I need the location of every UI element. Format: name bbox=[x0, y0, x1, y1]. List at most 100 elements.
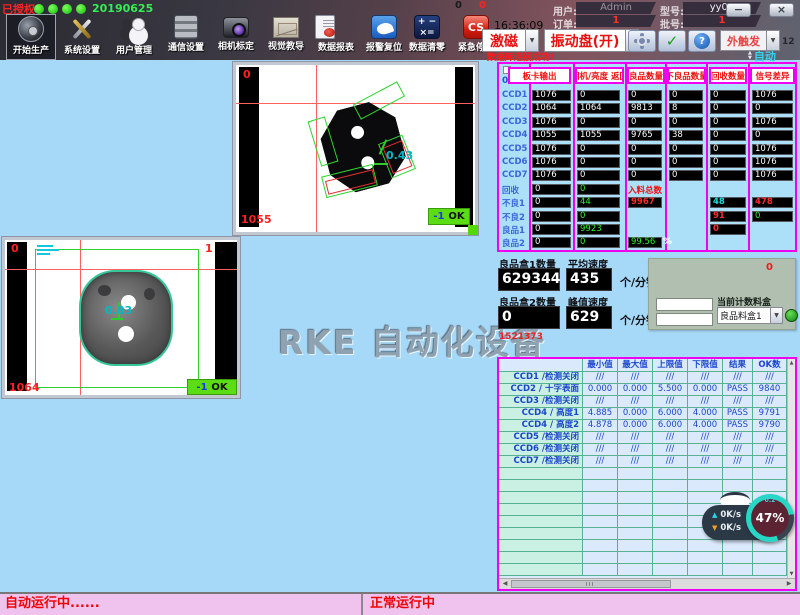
spinner-arrows[interactable]: ▲ ▼ bbox=[748, 51, 752, 61]
chevron-down-icon[interactable]: ▼ bbox=[771, 307, 783, 324]
results-cell: /// bbox=[618, 432, 653, 444]
tray-select-value[interactable]: 良品料盒1 bbox=[717, 307, 771, 324]
results-cell: PASS bbox=[723, 420, 753, 432]
stats-value-camera: 0 bbox=[577, 237, 620, 248]
minimize-button[interactable]: − bbox=[726, 3, 751, 17]
camera-index: 0 bbox=[11, 242, 19, 255]
overlay-ticks bbox=[37, 249, 59, 251]
confirm-button[interactable]: ✓ bbox=[658, 30, 686, 52]
stats-value-camera: 0 bbox=[577, 90, 620, 101]
toolbar-button-vision-teach[interactable]: 视觉教导 bbox=[261, 14, 311, 60]
results-cell: /// bbox=[583, 372, 618, 384]
results-row bbox=[499, 480, 787, 492]
scrollbar-thumb[interactable] bbox=[511, 580, 671, 588]
stats-value-good: 0 bbox=[628, 157, 662, 168]
toolbar-button-label: 系统设置 bbox=[57, 43, 107, 56]
vertical-scrollbar[interactable]: ▲ ▼ bbox=[787, 359, 795, 578]
stats-value-signal: 1076 bbox=[752, 144, 793, 155]
vibration-plate-value[interactable]: 振动盘(开) bbox=[544, 29, 626, 52]
toolbar-button-data-report[interactable]: 数据报表 bbox=[311, 14, 361, 60]
stats-value-recycle: 0 bbox=[710, 103, 746, 114]
tray-select-dropdown[interactable]: 良品料盒1 ▼ bbox=[717, 307, 783, 324]
stats-value-bad: 0 bbox=[669, 170, 703, 181]
toolbar-button-communication[interactable]: 通信设置 bbox=[161, 14, 211, 60]
results-cell: 4.000 bbox=[688, 420, 723, 432]
demagnetize-value[interactable]: 激磁 bbox=[482, 29, 526, 52]
stats-value-signal: 1076 bbox=[752, 170, 793, 181]
results-cell: /// bbox=[753, 432, 787, 444]
results-row: CCD2 / 十字表面0.0000.0005.5000.000PASS9840 bbox=[499, 384, 787, 396]
production-icon bbox=[18, 16, 44, 42]
scroll-up-icon[interactable]: ▲ bbox=[788, 360, 795, 366]
results-cell bbox=[753, 552, 787, 564]
horizontal-scrollbar[interactable]: ◀ ▶ bbox=[499, 578, 795, 589]
results-name-cell bbox=[499, 359, 583, 372]
stats-value-camera: 0 bbox=[577, 184, 620, 195]
net-speed-widget[interactable]: ▲ 0K/s ▼ 0K/s 47% 0.2 bbox=[702, 492, 794, 544]
toolbar-button-production[interactable]: 开始生产 bbox=[6, 14, 56, 60]
tray-input-1[interactable] bbox=[656, 298, 713, 311]
stats-value-board: 1055 bbox=[532, 130, 571, 141]
results-cell: /// bbox=[723, 444, 753, 456]
question-icon: ? bbox=[694, 33, 710, 49]
results-row: CCD4 / 高度14.8850.0006.0004.000PASS9791 bbox=[499, 408, 787, 420]
data-clear-icon bbox=[414, 15, 440, 39]
toolbar-button-user-management[interactable]: 用户管理 bbox=[109, 14, 159, 60]
toolbar-button-system-settings[interactable]: 系统设置 bbox=[57, 14, 107, 60]
results-cell bbox=[653, 504, 688, 516]
results-row: CCD5 /检测关闭////////////////// bbox=[499, 432, 787, 444]
results-row bbox=[499, 468, 787, 480]
results-name-cell: CCD6 /检测关闭 bbox=[499, 444, 583, 456]
result-badge: -1 OK bbox=[428, 208, 470, 225]
tray-zero-value: 0 bbox=[766, 262, 773, 273]
close-button[interactable]: × bbox=[769, 3, 794, 17]
stats-value-bad: 8 bbox=[669, 103, 703, 114]
camera-count: 1064 bbox=[9, 381, 40, 394]
status-dot bbox=[48, 4, 58, 14]
results-cell bbox=[583, 480, 618, 492]
vibration-plate-dropdown[interactable]: 振动盘(开) ▼ bbox=[544, 29, 639, 52]
results-cell bbox=[688, 552, 723, 564]
results-row: CCD3 /检测关闭////////////////// bbox=[499, 396, 787, 408]
status-dot bbox=[34, 4, 44, 14]
results-row: CCD6 /检测关闭////////////////// bbox=[499, 444, 787, 456]
results-name-cell: CCD4 / 高度1 bbox=[499, 408, 583, 420]
results-cell: PASS bbox=[723, 384, 753, 396]
spin-down-icon[interactable]: ▼ bbox=[748, 56, 752, 61]
results-cell bbox=[618, 480, 653, 492]
results-cell: /// bbox=[583, 444, 618, 456]
scroll-down-icon[interactable]: ▼ bbox=[788, 571, 795, 577]
stats-row-label: 良品2 bbox=[502, 237, 525, 249]
results-cell: /// bbox=[723, 372, 753, 384]
license-dots bbox=[34, 4, 86, 14]
statusbar: 自动运行中...... 正常运行中 bbox=[0, 592, 800, 615]
demagnetize-dropdown[interactable]: 激磁 ▼ bbox=[482, 29, 539, 52]
column-separator bbox=[665, 64, 667, 250]
results-cell: /// bbox=[653, 372, 688, 384]
toolbar-button-data-clear[interactable]: 数据清零 bbox=[402, 14, 452, 60]
help-button[interactable]: ? bbox=[688, 30, 716, 52]
scroll-right-icon[interactable]: ▶ bbox=[784, 579, 794, 589]
measure-arrow bbox=[374, 163, 388, 165]
stats-value-board: 1064 bbox=[532, 103, 571, 114]
toolbar-button-label: 数据报表 bbox=[311, 40, 361, 53]
results-cell: 0.000 bbox=[583, 384, 618, 396]
tray-input-2[interactable] bbox=[656, 313, 713, 326]
column-separator bbox=[748, 64, 750, 250]
results-cell: 0.000 bbox=[618, 420, 653, 432]
results-cell bbox=[583, 504, 618, 516]
stats-row-label: CCD3 bbox=[502, 117, 527, 127]
stats-value-board: 0 bbox=[532, 197, 571, 208]
stats-value-camera: 0 bbox=[577, 170, 620, 181]
chevron-down-icon[interactable]: ▼ bbox=[526, 29, 539, 52]
stats-value-signal: 1076 bbox=[752, 117, 793, 128]
scroll-left-icon[interactable]: ◀ bbox=[500, 579, 510, 589]
stats-value-board: 1076 bbox=[532, 157, 571, 168]
usage-percent: 47% bbox=[751, 499, 789, 537]
results-cell bbox=[618, 552, 653, 564]
results-cell: 上限值 bbox=[653, 359, 688, 372]
toolbar-button-camera-calibration[interactable]: 相机标定 bbox=[211, 14, 261, 60]
settings-button[interactable] bbox=[628, 30, 656, 52]
status-right: 正常运行中 bbox=[363, 594, 800, 615]
results-cell: 9840 bbox=[753, 384, 787, 396]
